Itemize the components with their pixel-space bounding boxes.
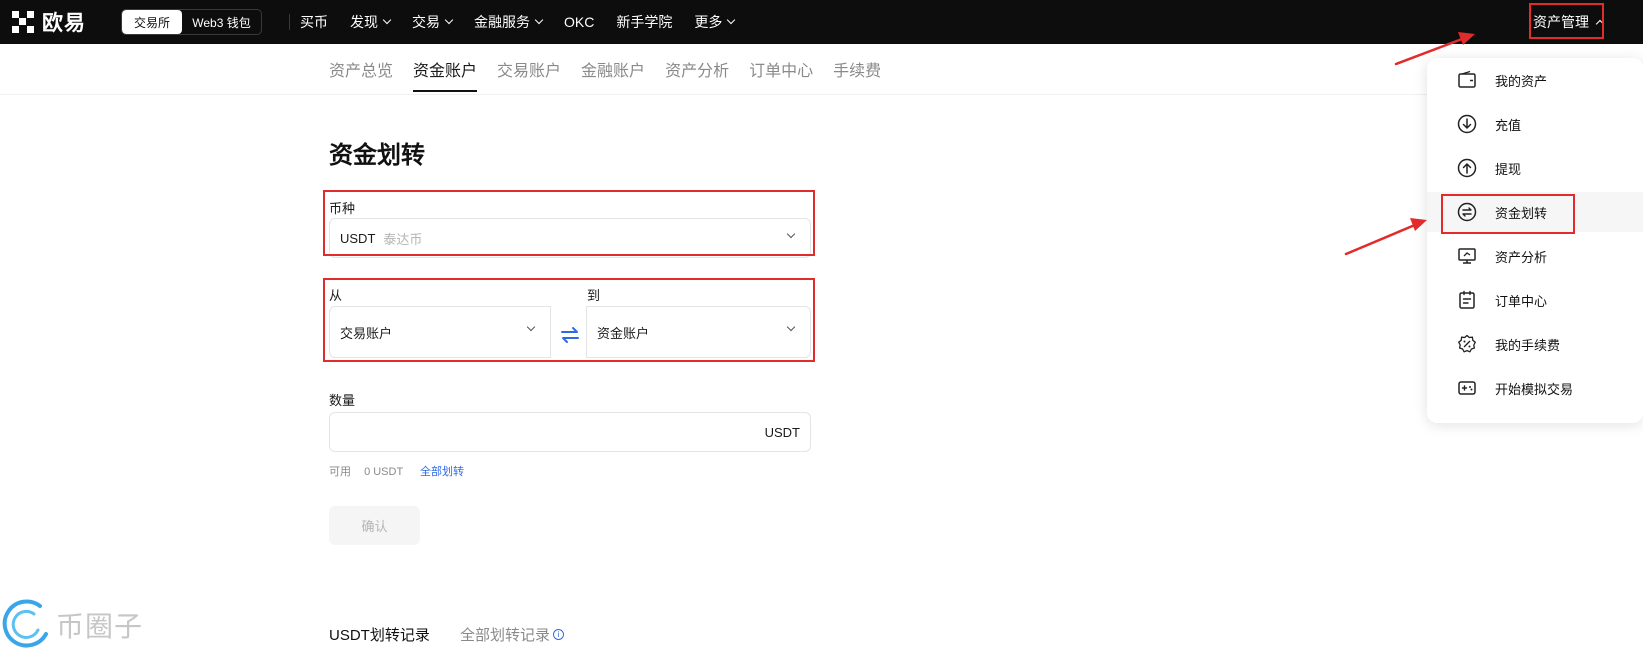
logo-text: 欧易	[42, 12, 86, 35]
tabs-divider	[0, 94, 1643, 95]
subtab-5[interactable]: 资产分析	[665, 44, 729, 94]
dropdown-label: 我的手续费	[1495, 337, 1561, 353]
available-label: 可用	[329, 466, 351, 478]
watermark-logo-icon	[2, 599, 48, 648]
highlight-box-accounts	[323, 278, 815, 362]
nav-item-4[interactable]: 金融服务	[474, 12, 544, 32]
available-balance: 可用 0 USDT 全部划转	[329, 463, 464, 479]
subtab-7[interactable]: 手续费	[833, 44, 881, 94]
dropdown-label: 充值	[1495, 117, 1522, 133]
nav-item-3[interactable]: 交易	[412, 12, 454, 32]
nav-item-2[interactable]: 发现	[350, 12, 392, 32]
account-tabs: 资产总览 资金账户 交易账户 金融账户 资产分析 订单中心 手续费	[329, 44, 881, 94]
nav-item-label: 发现	[350, 14, 378, 30]
demo-trading-icon	[1458, 381, 1476, 395]
chevron-down-icon	[444, 15, 454, 25]
highlight-box-currency	[323, 190, 815, 256]
nav-item-label: 更多	[694, 14, 723, 30]
annotation-arrow-fund-transfer	[1344, 220, 1424, 256]
top-navigation-bar: 欧易 交易所 Web3 钱包 买币 发现 交易 金融服务 OKC 新手学院 更多 资产管理	[0, 0, 1643, 44]
dropdown-item-withdraw[interactable]: 提现	[1427, 148, 1643, 188]
nav-item-label: 买币	[300, 14, 328, 30]
annotation-arrows	[1344, 32, 1475, 256]
fee-icon	[1458, 334, 1476, 353]
web3-wallet-tab[interactable]: Web3 钱包	[182, 10, 261, 34]
nav-item-1[interactable]: 买币	[300, 12, 328, 32]
all-records-label: 全部划转记录	[460, 627, 551, 644]
asset-management-dropdown: 我的资产 充值 提现 资金划转 资产分析 订单中心 我的手续费 开始模拟交易	[1427, 58, 1643, 423]
tab-usdt-transfer-records[interactable]: USDT划转记录	[329, 624, 430, 645]
dropdown-item-deposit[interactable]: 充值	[1427, 104, 1643, 144]
chevron-down-icon	[727, 15, 736, 25]
highlight-box-fund-transfer	[1441, 194, 1575, 234]
chevron-down-icon	[534, 15, 544, 25]
confirm-button[interactable]: 确认	[329, 506, 420, 545]
deposit-icon	[1457, 114, 1477, 134]
amount-label: 数量	[329, 393, 356, 408]
subtab-1[interactable]: 资产总览	[329, 44, 393, 94]
dropdown-label: 开始模拟交易	[1495, 381, 1574, 397]
dropdown-item-my-assets[interactable]: 我的资产	[1427, 60, 1643, 100]
watermark: 币圈子	[0, 596, 160, 652]
dropdown-item-my-fees[interactable]: 我的手续费	[1427, 324, 1643, 364]
nav-item-label: 金融服务	[474, 14, 530, 30]
amount-input[interactable]: USDT	[329, 412, 811, 452]
nav-item-6[interactable]: 新手学院	[616, 12, 672, 32]
wallet-icon	[1458, 70, 1476, 88]
chevron-down-icon	[382, 15, 392, 25]
exchange-tab[interactable]: 交易所	[122, 10, 182, 34]
main-nav: 买币 发现 交易 金融服务 OKC 新手学院 更多	[300, 0, 736, 44]
dropdown-label: 我的资产	[1495, 73, 1548, 89]
tab-all-transfer-records[interactable]: 全部划转记录 i	[460, 624, 565, 645]
nav-item-label: OKC	[564, 14, 595, 30]
order-icon	[1459, 290, 1475, 309]
logo[interactable]: 欧易	[12, 10, 86, 35]
transfer-all-link[interactable]: 全部划转	[420, 466, 464, 478]
product-switch: 交易所 Web3 钱包	[121, 9, 262, 35]
dropdown-item-asset-analysis[interactable]: 资产分析	[1427, 236, 1643, 276]
dropdown-item-demo-trading[interactable]: 开始模拟交易	[1427, 368, 1643, 408]
amount-unit: USDT	[764, 425, 800, 440]
page-title: 资金划转	[329, 142, 425, 169]
available-value: 0 USDT	[364, 466, 403, 478]
watermark-text: 币圈子	[56, 611, 144, 642]
subtab-4[interactable]: 金融账户	[581, 44, 645, 94]
divider	[289, 14, 290, 30]
analysis-icon	[1458, 248, 1476, 264]
highlight-box-asset-management	[1529, 3, 1604, 39]
okx-logo-icon	[12, 11, 34, 33]
nav-item-label: 交易	[412, 14, 440, 30]
subtab-6[interactable]: 订单中心	[749, 44, 813, 94]
nav-item-7[interactable]: 更多	[694, 12, 736, 32]
dropdown-label: 资产分析	[1495, 249, 1548, 265]
nav-item-5[interactable]: OKC	[564, 14, 594, 30]
annotation-arrowhead	[1410, 218, 1427, 231]
dropdown-label: 提现	[1495, 161, 1522, 177]
dropdown-item-order-center[interactable]: 订单中心	[1427, 280, 1643, 320]
subtab-3[interactable]: 交易账户	[497, 44, 561, 94]
info-icon[interactable]: i	[553, 629, 565, 640]
subtab-2[interactable]: 资金账户	[413, 44, 478, 94]
dropdown-label: 订单中心	[1495, 293, 1548, 309]
nav-item-label: 新手学院	[616, 14, 673, 30]
withdraw-icon	[1457, 158, 1477, 178]
